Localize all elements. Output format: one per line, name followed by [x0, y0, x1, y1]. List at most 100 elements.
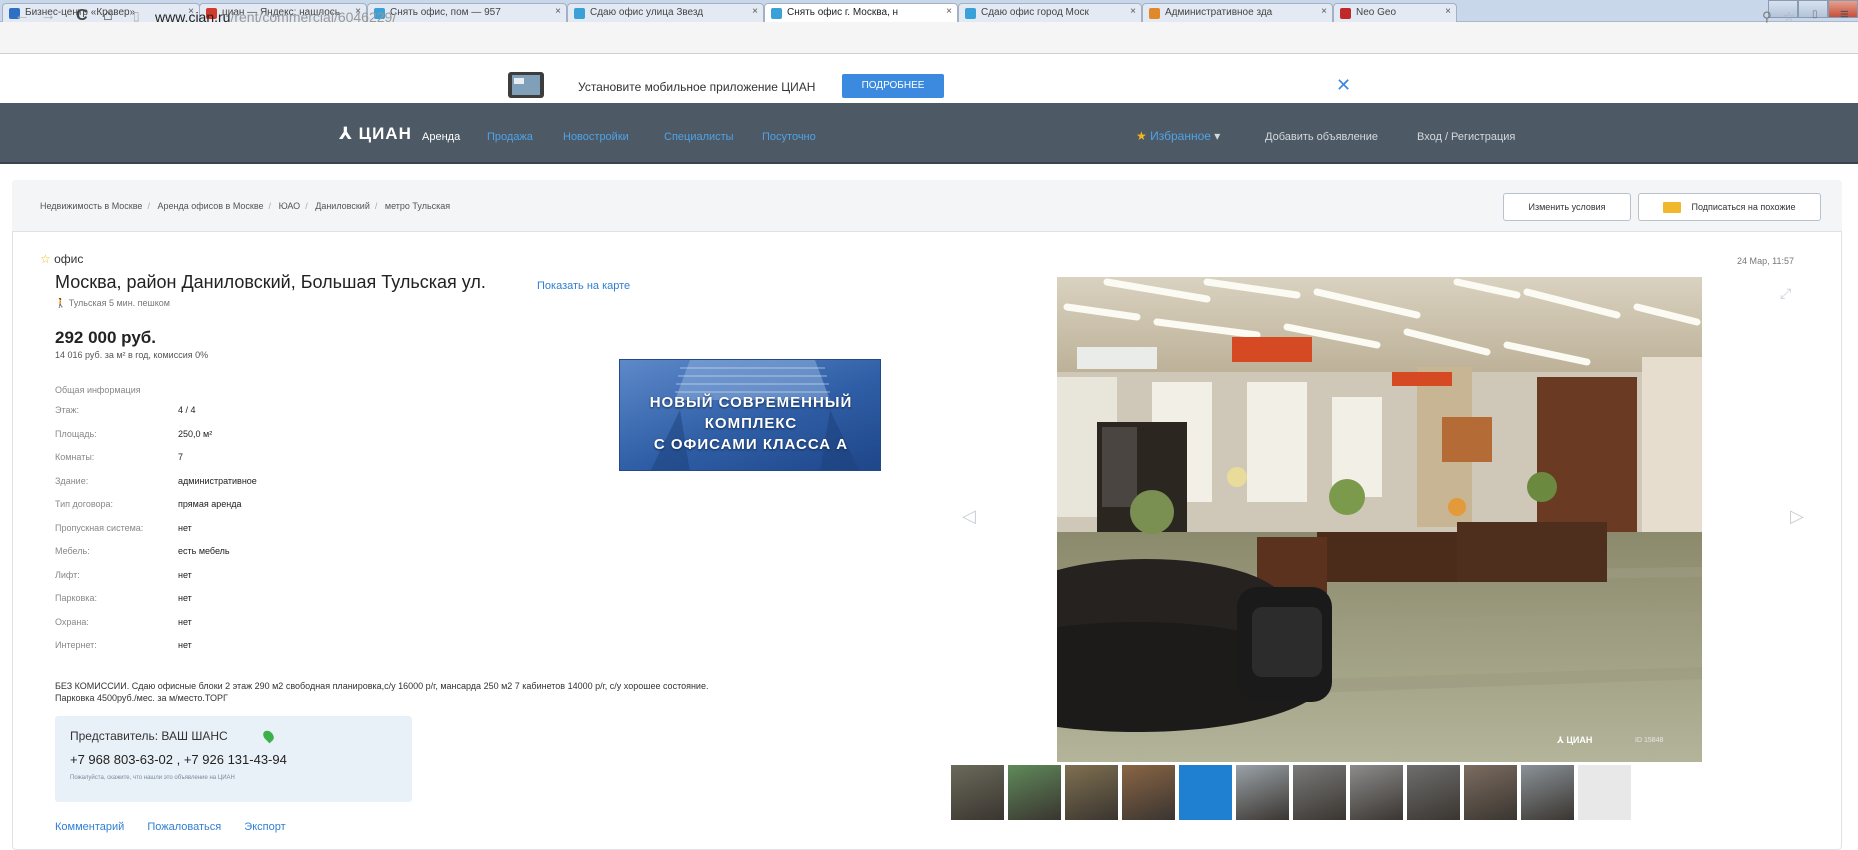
ad-banner[interactable]: НОВЫЙ СОВРЕМЕННЫЙ КОМПЛЕКС С ОФИСАМИ КЛА…: [619, 359, 881, 471]
tab-label: Сдаю офис город Моск: [981, 7, 1089, 18]
nav-specialists[interactable]: Специалисты: [664, 131, 734, 143]
star-icon: ★: [1136, 129, 1147, 143]
contact-phones[interactable]: +7 968 803-63-02 , +7 926 131-43-94: [70, 752, 287, 767]
info-value: нет: [178, 640, 192, 650]
extension-icon[interactable]: ▯: [1812, 9, 1818, 20]
reload-icon[interactable]: C: [76, 7, 88, 25]
breadcrumb-item[interactable]: Недвижимость в Москве: [40, 201, 142, 211]
ad-line: КОМПЛЕКС: [704, 415, 798, 432]
tab-close-icon[interactable]: ×: [1130, 6, 1136, 17]
breadcrumb-item[interactable]: Аренда офисов в Москве: [157, 201, 263, 211]
price-details: 14 016 руб. за м² в год, комиссия 0%: [55, 350, 209, 360]
complain-link[interactable]: Пожаловаться: [147, 821, 221, 833]
nav-new-buildings[interactable]: Новостройки: [563, 131, 629, 143]
tab-close-icon[interactable]: ×: [946, 6, 952, 17]
tab-close-icon[interactable]: ×: [752, 6, 758, 17]
change-conditions-button[interactable]: Изменить условия: [1503, 193, 1631, 221]
add-listing-link[interactable]: Добавить объявление: [1265, 131, 1378, 143]
close-icon[interactable]: ✕: [1336, 75, 1351, 96]
info-key: Площадь:: [55, 428, 97, 439]
url-field[interactable]: www.cian.ru/rent/commercial/6046229/: [155, 9, 396, 25]
cian-logo[interactable]: ⅄ ЦИАН: [339, 124, 412, 144]
address-bar: [0, 22, 1858, 54]
next-photo-icon[interactable]: ▷: [1790, 506, 1804, 527]
photo-thumbnail[interactable]: [1178, 764, 1233, 821]
info-value: нет: [178, 522, 192, 533]
tab-favicon-icon: [1340, 8, 1351, 19]
photo-thumbnail[interactable]: [1007, 764, 1062, 821]
browser-tab[interactable]: Сдаю офис город Моск ×: [958, 3, 1142, 22]
login-link[interactable]: Вход / Регистрация: [1417, 131, 1515, 143]
breadcrumb-item[interactable]: метро Тульская: [385, 201, 450, 211]
comment-link[interactable]: Комментарий: [55, 821, 124, 833]
browser-tab[interactable]: Снять офис г. Москва, н ×: [764, 3, 958, 23]
walk-icon: 🚶: [55, 298, 69, 308]
info-key: Этаж:: [55, 405, 80, 415]
breadcrumb: Недвижимость в Москве / Аренда офисов в М…: [40, 201, 451, 211]
bookmark-star-icon[interactable]: ☆: [1783, 9, 1795, 25]
nav-daily[interactable]: Посуточно: [762, 131, 816, 143]
info-key: Лифт:: [55, 569, 80, 580]
info-value: есть мебель: [178, 546, 230, 556]
photo-thumbnail[interactable]: [1349, 764, 1404, 821]
phone-icon: [508, 72, 544, 98]
logo-icon: ⅄: [1557, 735, 1567, 745]
show-map-link[interactable]: Показать на карте: [537, 280, 630, 292]
expand-icon[interactable]: ⤢: [1780, 285, 1791, 302]
browser-tab[interactable]: Снять офис, пом — 957 ×: [367, 3, 567, 22]
ad-line: С ОФИСАМИ КЛАССА А: [653, 436, 849, 453]
tab-label: Neo Geo: [1356, 7, 1397, 18]
breadcrumb-item[interactable]: ЮАО: [279, 201, 301, 211]
info-value: прямая аренда: [178, 499, 242, 509]
home-icon[interactable]: ⌂: [103, 7, 113, 25]
ad-line: НОВЫЙ СОВРЕМЕННЫЙ: [649, 394, 853, 411]
favorites-link[interactable]: ★ Избранное ▾: [1136, 129, 1220, 143]
photo-thumbnail[interactable]: [1520, 764, 1575, 821]
photo-thumbnail[interactable]: [1406, 764, 1461, 821]
photo-thumbnail[interactable]: [1577, 764, 1632, 821]
forward-icon[interactable]: →: [40, 7, 56, 25]
info-key: Здание:: [55, 475, 89, 486]
tab-label: Административное зда: [1165, 7, 1273, 18]
browser-tab[interactable]: Административное зда ×: [1142, 3, 1333, 22]
tab-label: Сдаю офис улица Звезд: [590, 7, 704, 18]
subscribe-button[interactable]: Подписаться на похожие: [1638, 193, 1821, 221]
zoom-icon[interactable]: ⚲: [1762, 9, 1772, 25]
menu-icon[interactable]: ≡: [1840, 6, 1849, 23]
tab-label: Снять офис г. Москва, н: [787, 7, 899, 18]
tab-close-icon[interactable]: ×: [1445, 6, 1451, 17]
tab-favicon-icon: [771, 8, 782, 19]
photo-thumbnail[interactable]: [1292, 764, 1347, 821]
breadcrumb-item[interactable]: Даниловский: [315, 201, 370, 211]
info-key: Парковка:: [55, 593, 97, 603]
info-value: 7: [178, 452, 184, 462]
info-value: нет: [178, 616, 192, 627]
listing-actions: Комментарий Пожаловаться Экспорт: [55, 821, 306, 833]
logo-icon: ⅄: [339, 124, 359, 143]
promo-more-button[interactable]: ПОДРОБНЕЕ: [842, 74, 944, 98]
photo-thumbnail[interactable]: [1463, 764, 1518, 821]
photo-thumbnail[interactable]: [1235, 764, 1290, 821]
nav-rent[interactable]: Аренда: [422, 131, 460, 143]
main-photo[interactable]: ⅄ ЦИАН ID 15848: [1057, 277, 1702, 762]
photo-thumbnail[interactable]: [1064, 764, 1119, 821]
export-link[interactable]: Экспорт: [244, 821, 285, 833]
listing-date: 24 Мар, 11:57: [1737, 256, 1794, 266]
browser-tab[interactable]: Сдаю офис улица Звезд ×: [567, 3, 764, 22]
tab-close-icon[interactable]: ×: [1321, 6, 1327, 17]
back-icon[interactable]: ←: [14, 7, 30, 25]
photo-thumbnails: [950, 764, 1640, 821]
photo-thumbnail[interactable]: [950, 764, 1005, 821]
prev-photo-icon[interactable]: ◁: [962, 506, 976, 527]
price: 292 000 руб.: [55, 328, 157, 347]
favorite-star-icon[interactable]: ☆: [40, 252, 51, 266]
info-value: 250,0 м²: [178, 428, 213, 439]
browser-tab[interactable]: Neo Geo ×: [1333, 3, 1457, 22]
info-title: Общая информация: [55, 385, 141, 395]
tab-close-icon[interactable]: ×: [555, 6, 561, 17]
promo-text: Установите мобильное приложение ЦИАН: [578, 80, 816, 94]
info-key: Интернет:: [55, 640, 97, 650]
photo-thumbnail[interactable]: [1121, 764, 1176, 821]
nav-sale[interactable]: Продажа: [487, 131, 533, 143]
info-key: Тип договора:: [55, 499, 114, 509]
